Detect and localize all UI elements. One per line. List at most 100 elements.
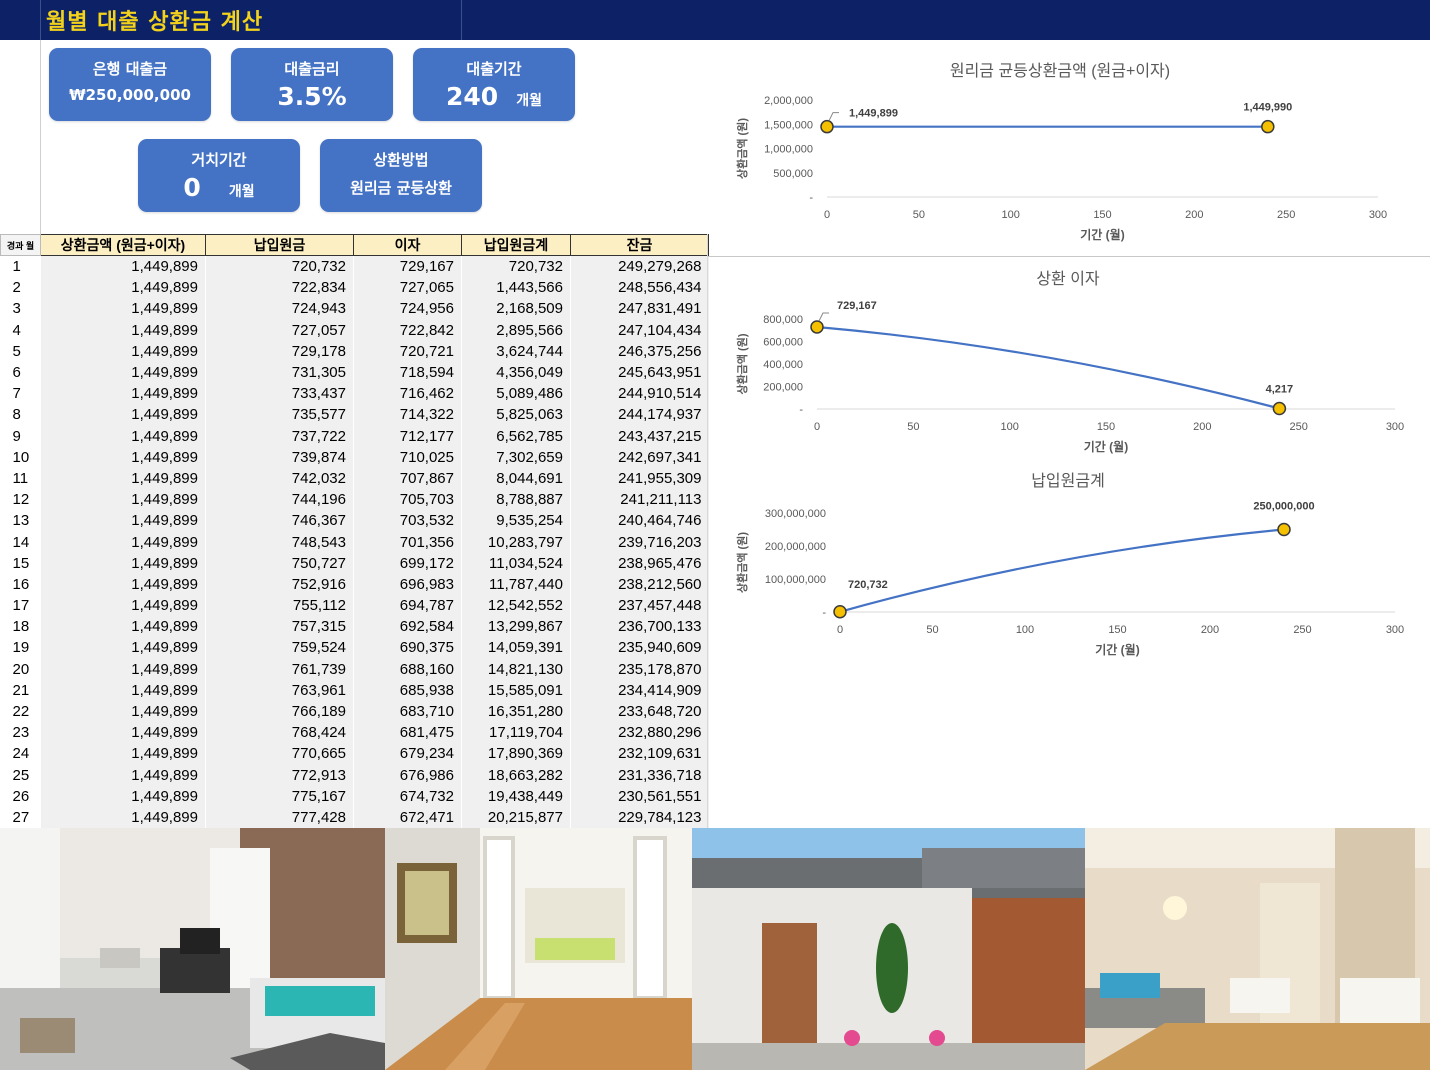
table-cell: 6,562,785 xyxy=(461,425,571,447)
data-label: 1,449,990 xyxy=(1243,102,1292,114)
data-label: 1,449,899 xyxy=(849,108,898,120)
table-cell: 729,178 xyxy=(205,340,354,362)
table-cell: 11,034,524 xyxy=(461,552,571,574)
x-tick-label: 300 xyxy=(1386,421,1404,433)
table-cell: 11,787,440 xyxy=(461,573,571,595)
table-cell: 748,543 xyxy=(205,531,354,553)
x-tick-label: 300 xyxy=(1369,209,1387,221)
table-cell: 1,449,899 xyxy=(40,785,206,807)
y-tick-label: - xyxy=(822,607,826,619)
table-cell: 766,189 xyxy=(205,700,354,723)
x-tick-label: 0 xyxy=(814,421,820,433)
header-bar: 월별 대출 상환금 계산 xyxy=(0,0,1430,40)
table-cell: 1,449,899 xyxy=(40,573,206,595)
column-header-principal: 납입원금 xyxy=(205,234,354,256)
table-cell: 714,322 xyxy=(353,404,462,426)
table-row: 19 1,449,899 759,524 690,375 14,059,391 235,9… xyxy=(0,637,709,659)
table-cell: 1,449,899 xyxy=(40,340,206,362)
x-tick-label: 250 xyxy=(1277,209,1295,221)
column-header-interest: 이자 xyxy=(353,234,462,256)
table-row: 9 1,449,899 737,722 712,177 6,562,785 243,437… xyxy=(0,425,709,447)
repayment-method-card[interactable]: 상환방법 원리금 균등상환 xyxy=(320,139,482,212)
table-cell: 755,112 xyxy=(205,595,354,617)
table-cell: 683,710 xyxy=(353,700,462,723)
table-cell: 746,367 xyxy=(205,510,354,532)
table-cell: 8,788,887 xyxy=(461,489,571,511)
table-cell: 16 xyxy=(0,573,41,595)
table-cell: 246,375,256 xyxy=(570,340,709,362)
table-row: 3 1,449,899 724,943 724,956 2,168,509 247,831… xyxy=(0,298,709,320)
table-cell: 235,940,609 xyxy=(570,637,709,659)
interest-rate-card[interactable]: 대출금리 3.5% xyxy=(231,48,393,121)
x-tick-label: 150 xyxy=(1093,209,1111,221)
table-cell: 18,663,282 xyxy=(461,764,571,786)
table-cell: 19 xyxy=(0,637,41,659)
table-cell: 701,356 xyxy=(353,531,462,553)
x-tick-label: 250 xyxy=(1293,624,1311,636)
loan-term-value: 240 xyxy=(446,82,499,111)
series-line xyxy=(816,325,1280,410)
table-row: 2 1,449,899 722,834 727,065 1,443,566 248,556… xyxy=(0,277,709,299)
table-cell: 720,732 xyxy=(461,255,571,278)
table-cell: 236,700,133 xyxy=(570,616,709,638)
data-point xyxy=(1277,522,1291,537)
table-cell: 744,196 xyxy=(205,489,354,511)
table-cell: 232,109,631 xyxy=(570,743,709,765)
table-cell: 724,943 xyxy=(205,298,354,320)
grace-period-card[interactable]: 거치기간 0 개월 xyxy=(138,139,300,212)
table-cell: 1,449,899 xyxy=(40,277,206,299)
table-cell: 694,787 xyxy=(353,595,462,617)
table-row: 6 1,449,899 731,305 718,594 4,356,049 245,643… xyxy=(0,361,709,384)
grace-period-unit: 개월 xyxy=(228,184,255,200)
table-cell: 1,449,899 xyxy=(40,679,206,701)
y-tick-label: - xyxy=(799,404,803,416)
data-point xyxy=(1272,401,1287,416)
table-cell: 775,167 xyxy=(205,785,354,807)
y-axis-title: 상환금액 (원) xyxy=(735,118,749,179)
y-tick-label: 200,000 xyxy=(763,382,803,394)
table-cell: 3 xyxy=(0,298,41,320)
table-row: 26 1,449,899 775,167 674,732 19,438,449 230,5… xyxy=(0,785,709,807)
table-cell: 7 xyxy=(0,383,41,405)
table-row: 12 1,449,899 744,196 705,703 8,788,887 241,21… xyxy=(0,489,709,511)
table-cell: 761,739 xyxy=(205,658,354,680)
table-cell: 5 xyxy=(0,340,41,362)
table-cell: 17,119,704 xyxy=(461,722,571,744)
data-point xyxy=(833,605,847,619)
table-cell: 722,842 xyxy=(353,319,462,341)
loan-term-unit: 개월 xyxy=(516,93,542,109)
chart-title: 원리금 균등상환금액 (원금+이자) xyxy=(950,62,1170,80)
table-row: 25 1,449,899 772,913 676,986 18,663,282 231,3… xyxy=(0,764,709,786)
table-cell: 12,542,552 xyxy=(461,595,571,617)
table-cell: 752,916 xyxy=(205,573,354,595)
table-cell: 690,375 xyxy=(353,637,462,659)
hotel-room-photo xyxy=(1085,828,1430,1070)
table-cell: 5,089,486 xyxy=(461,383,571,405)
y-tick-label: 500,000 xyxy=(773,168,813,180)
data-label: 4,217 xyxy=(1266,384,1294,396)
header-divider xyxy=(40,0,41,40)
data-point xyxy=(1261,119,1275,134)
table-cell: 238,212,560 xyxy=(570,573,709,595)
loan-term-card[interactable]: 대출기간 240 개월 xyxy=(413,48,575,121)
table-cell: 11 xyxy=(0,467,41,490)
data-point xyxy=(810,320,824,334)
table-row: 15 1,449,899 750,727 699,172 11,034,524 238,9… xyxy=(0,552,709,574)
table-row: 20 1,449,899 761,739 688,160 14,821,130 235,1… xyxy=(0,658,709,680)
table-cell: 696,983 xyxy=(353,573,462,595)
interest-rate-label: 대출금리 xyxy=(284,60,340,78)
table-cell: 243,437,215 xyxy=(570,425,709,447)
table-cell: 735,577 xyxy=(205,404,354,426)
table-cell: 235,178,870 xyxy=(570,658,709,680)
loan-amount-card[interactable]: 은행 대출금 ₩250,000,000 xyxy=(49,48,211,121)
series-line xyxy=(839,528,1285,613)
table-cell: 16,351,280 xyxy=(461,700,571,723)
table-cell: 733,437 xyxy=(205,383,354,405)
table-cell: 3,624,744 xyxy=(461,340,571,362)
table-cell: 716,462 xyxy=(353,383,462,405)
table-cell: 13,299,867 xyxy=(461,616,571,638)
table-row: 23 1,449,899 768,424 681,475 17,119,704 232,8… xyxy=(0,722,709,744)
table-cell: 241,955,309 xyxy=(570,467,709,490)
table-cell: 707,867 xyxy=(353,467,462,490)
table-row: 7 1,449,899 733,437 716,462 5,089,486 244,910… xyxy=(0,383,709,405)
